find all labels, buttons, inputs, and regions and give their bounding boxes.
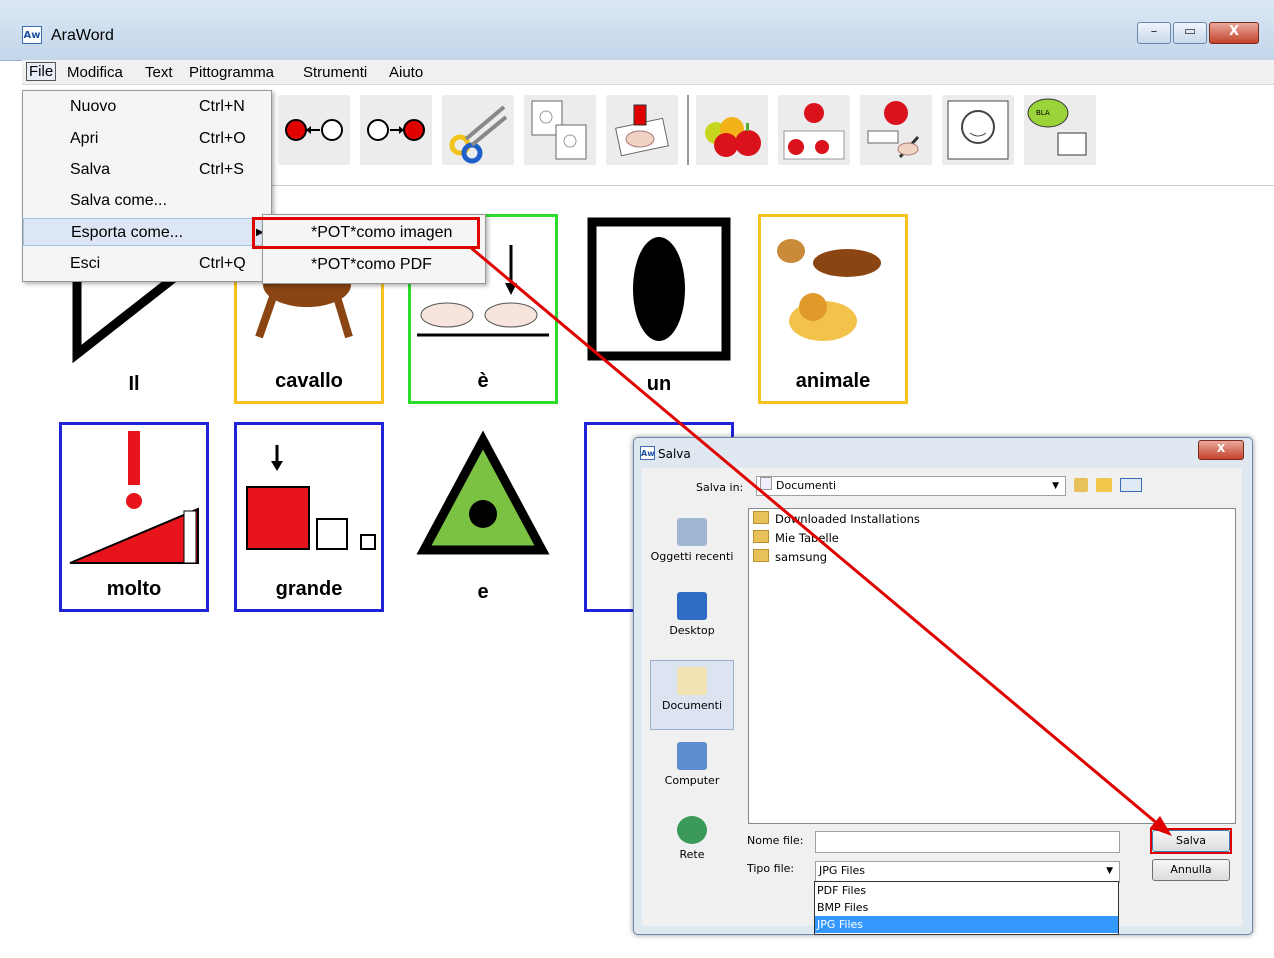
annotation-arrow [469, 245, 1172, 836]
araword-window: Aw AraWord – ▭ X File Modifica Text Pitt… [0, 0, 1274, 958]
